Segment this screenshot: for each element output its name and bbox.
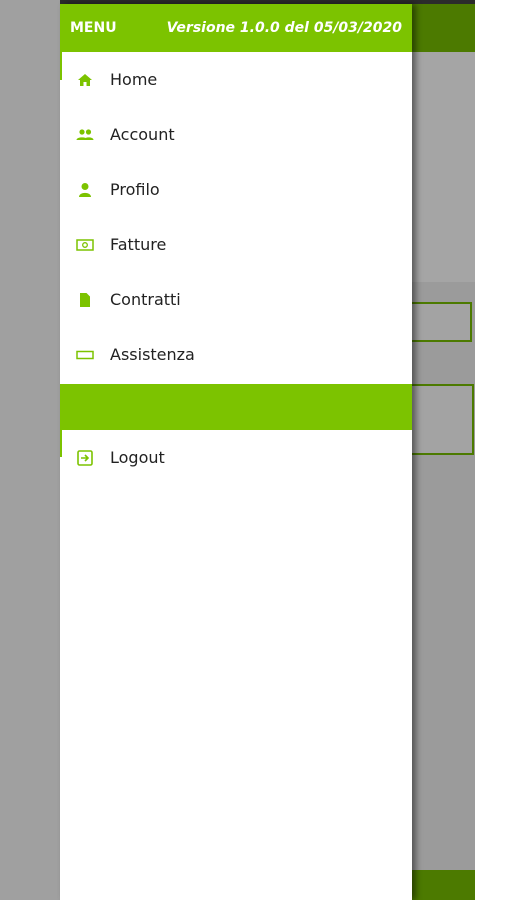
logout-icon — [76, 449, 94, 467]
background-content — [410, 282, 475, 870]
menu-item-label: Assistenza — [110, 345, 195, 364]
menu-item-account[interactable]: Account — [60, 107, 412, 162]
people-icon — [76, 126, 94, 144]
home-icon — [76, 71, 94, 89]
menu-item-assistenza[interactable]: Assistenza — [60, 327, 412, 382]
logout-label: Logout — [110, 448, 165, 467]
menu-item-label: Home — [110, 70, 158, 89]
drawer-header: MENU Versione 1.0.0 del 05/03/2020 — [60, 4, 412, 52]
menu-item-fatture[interactable]: Fatture — [60, 217, 412, 272]
background-panel — [410, 52, 475, 282]
menu-item-home[interactable]: Home — [60, 52, 412, 107]
menu-title: MENU — [70, 20, 117, 36]
version-label: Versione 1.0.0 del 05/03/2020 — [166, 20, 402, 36]
document-icon — [76, 291, 94, 309]
selected-menu-item[interactable] — [60, 384, 412, 430]
menu-item-label: Fatture — [110, 235, 167, 254]
navigation-drawer: MENU Versione 1.0.0 del 05/03/2020 Home … — [60, 4, 412, 900]
background-footer — [410, 870, 475, 900]
menu-item-label: Contratti — [110, 290, 181, 309]
menu-item-logout[interactable]: Logout — [60, 430, 412, 485]
person-icon — [76, 181, 94, 199]
menu-item-contratti[interactable]: Contratti — [60, 272, 412, 327]
menu-item-label: Profilo — [110, 180, 160, 199]
menu-item-profilo[interactable]: Profilo — [60, 162, 412, 217]
menu-list: Home Account Profilo Fatture Contratti A… — [60, 52, 412, 485]
rectangle-icon — [76, 346, 94, 364]
background-field — [410, 302, 472, 342]
background-header — [410, 4, 475, 52]
money-icon — [76, 236, 94, 254]
menu-item-label: Account — [110, 125, 175, 144]
background-field-large — [410, 384, 474, 455]
